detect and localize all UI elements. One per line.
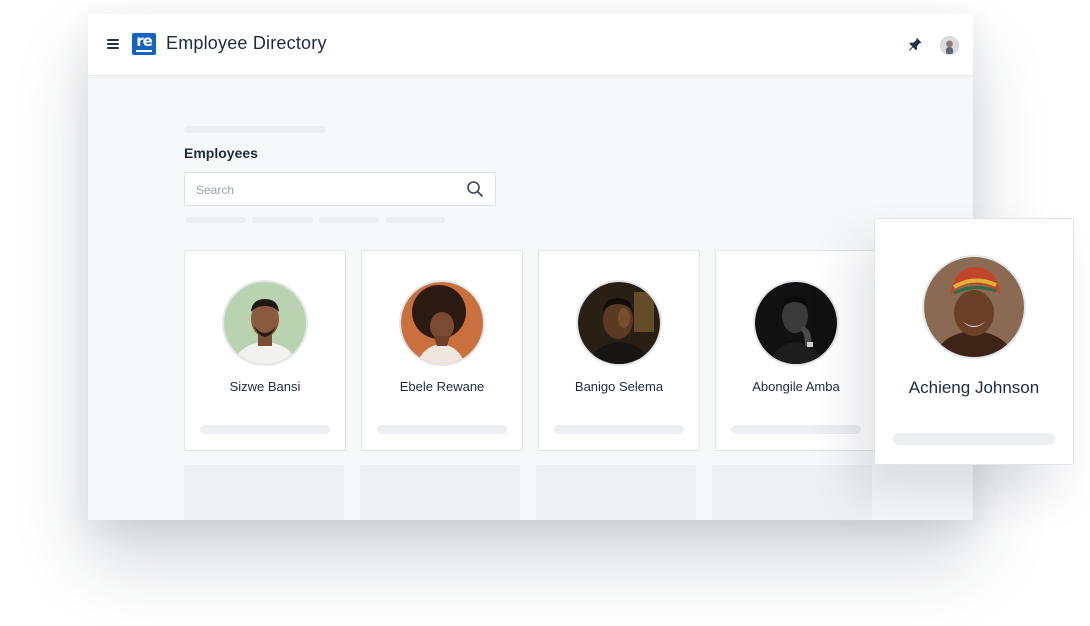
hamburger-icon[interactable] [107,39,119,49]
user-avatar[interactable] [940,36,959,55]
employee-card[interactable]: Banigo Selema [538,250,700,451]
employee-name: Ebele Rewane [399,379,485,394]
employee-name: Abongile Amba [752,379,840,394]
search-box [184,172,496,206]
filter-tab-placeholder [185,217,246,223]
filter-tab-placeholder [319,217,379,223]
app-logo[interactable]: re [132,33,156,55]
top-bar: re Employee Directory [88,14,973,76]
card-placeholder [536,465,696,520]
card-placeholder [712,465,872,520]
detail-placeholder [731,425,861,434]
employee-photo [222,280,308,366]
search-input[interactable] [194,180,458,200]
employee-card[interactable]: Ebele Rewane [361,250,523,451]
section-title: Employees [184,145,258,161]
page-title: Employee Directory [166,33,327,53]
employee-photo [576,280,662,366]
card-placeholder [360,465,520,520]
employee-photo [753,280,839,366]
employee-photo [399,280,485,366]
filter-tab-placeholder [252,217,313,223]
card-placeholder [184,465,344,520]
app-window: re Employee Directory Employees Search S… [88,14,973,520]
detail-placeholder [200,425,330,434]
detail-placeholder [554,425,684,434]
employee-name: Sizwe Bansi [229,379,301,394]
detail-placeholder [377,425,507,434]
filter-tab-placeholder [385,217,445,223]
employee-card[interactable]: Sizwe Bansi [184,250,346,451]
search-icon[interactable] [466,180,484,198]
detail-placeholder [893,433,1055,445]
employee-card[interactable]: Abongile Amba [715,250,877,451]
employee-photo [922,255,1026,359]
employee-name: Banigo Selema [574,379,664,394]
employee-name: Achieng Johnson [908,378,1040,397]
highlighted-employee-card[interactable]: Achieng Johnson [874,218,1074,465]
logo-text: re [136,32,153,50]
breadcrumb-placeholder [184,126,326,133]
pin-icon[interactable] [907,36,923,52]
